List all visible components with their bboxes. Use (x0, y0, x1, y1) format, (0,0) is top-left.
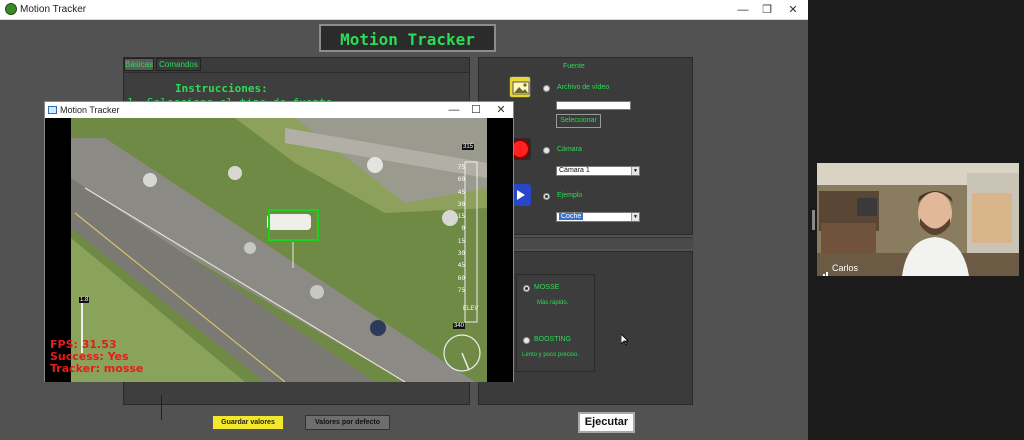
boosting-label: BOOSTING (534, 336, 571, 343)
mouse-cursor-icon (621, 334, 629, 346)
example-option-label: Ejemplo (557, 192, 583, 199)
heading-label: 340 (453, 323, 466, 329)
signal-icon (820, 265, 830, 276)
window-title: Motion Tracker (20, 4, 87, 15)
resize-handle[interactable] (812, 210, 815, 230)
file-option-label: Archivo de vídeo (557, 84, 610, 91)
scale-top-label: 315 (462, 144, 475, 150)
video-frame: 315 75 60 45 30 15 0 15 30 45 60 75 ELEV… (45, 118, 513, 382)
example-select-value: Coche (559, 213, 584, 220)
select-file-button[interactable]: Seleccionar (556, 114, 601, 128)
scale-label: 30 (457, 250, 465, 258)
camera-select[interactable]: Cámara 1 ▼ (556, 166, 640, 176)
mosse-description: Más rápido. (537, 300, 569, 306)
minimize-icon[interactable]: — (443, 103, 465, 117)
image-file-icon[interactable] (509, 76, 531, 98)
scale-label: 75 (457, 286, 465, 294)
scale-label: 0 (461, 225, 465, 233)
run-button[interactable]: Ejecutar (578, 412, 635, 433)
fps-readout: FPS: 31.53 (50, 338, 117, 351)
radio-boosting[interactable] (523, 337, 530, 344)
scale-label: 45 (457, 262, 465, 270)
radio-camera[interactable] (543, 147, 550, 154)
elevation-scale: 75 60 45 30 15 0 15 30 45 60 75 (449, 162, 465, 297)
close-icon[interactable]: ✕ (490, 103, 512, 117)
camera-option-label: Cámara (557, 146, 582, 153)
tracker-options: MOSSE Más rápido. BOOSTING Lento y poco … (516, 274, 595, 372)
source-title: Fuente (563, 63, 585, 70)
radio-file[interactable] (543, 85, 550, 92)
mosse-label: MOSSE (534, 284, 560, 291)
close-icon[interactable]: ✕ (782, 3, 804, 17)
app-title: Motion Tracker (340, 30, 475, 49)
radio-example[interactable] (543, 193, 550, 200)
default-values-button[interactable]: Valores por defecto (305, 415, 390, 430)
scale-label: 75 (457, 164, 465, 171)
example-select[interactable]: Coche ▼ (556, 212, 640, 222)
scale-label: 60 (457, 274, 465, 282)
video-titlebar[interactable]: Motion Tracker — ☐ ✕ (45, 102, 513, 118)
instructions-title: Instrucciones: (175, 82, 268, 95)
window-icon (48, 106, 57, 114)
chevron-down-icon[interactable]: ▼ (631, 213, 639, 221)
success-readout: Success: Yes (50, 350, 129, 363)
app-icon (5, 3, 17, 15)
elev-label: ELEV (463, 306, 479, 312)
participant-image (817, 163, 1019, 276)
video-window-title: Motion Tracker (60, 105, 120, 115)
scale-label: 15 (457, 237, 465, 245)
radio-mosse[interactable] (523, 285, 530, 292)
boosting-description: Lento y poco preciso. (522, 352, 580, 358)
maximize-icon[interactable]: ☐ (465, 103, 487, 117)
minimize-icon[interactable]: — (732, 3, 754, 17)
scale-label: 30 (457, 200, 465, 208)
app-title-box: Motion Tracker (319, 24, 496, 52)
scale-label: 60 (457, 176, 465, 184)
camera-select-value: Cámara 1 (559, 167, 590, 174)
tracker-readout: Tracker: mosse (50, 362, 144, 375)
maximize-icon[interactable]: ❐ (756, 3, 778, 17)
video-window: Motion Tracker — ☐ ✕ 315 75 60 45 30 15 … (44, 101, 514, 382)
participant-name: Carlos (832, 263, 859, 273)
divider (161, 395, 162, 420)
save-values-button[interactable]: Guardar valores (212, 415, 284, 430)
small-scale-label: 1.8 (79, 297, 90, 303)
tab-basicas[interactable]: Básicas (124, 58, 154, 71)
tab-comandos[interactable]: Comandos (156, 58, 201, 71)
chevron-down-icon[interactable]: ▼ (631, 167, 639, 175)
main-titlebar[interactable]: Motion Tracker — ❐ ✕ (0, 0, 808, 20)
screen: Motion Tracker — ❐ ✕ Motion Tracker Bási… (0, 0, 1024, 440)
scale-label: 45 (457, 188, 465, 196)
participant-video[interactable]: Carlos (817, 163, 1019, 276)
scale-label: 15 (457, 213, 465, 221)
file-path-input[interactable] (556, 101, 631, 110)
